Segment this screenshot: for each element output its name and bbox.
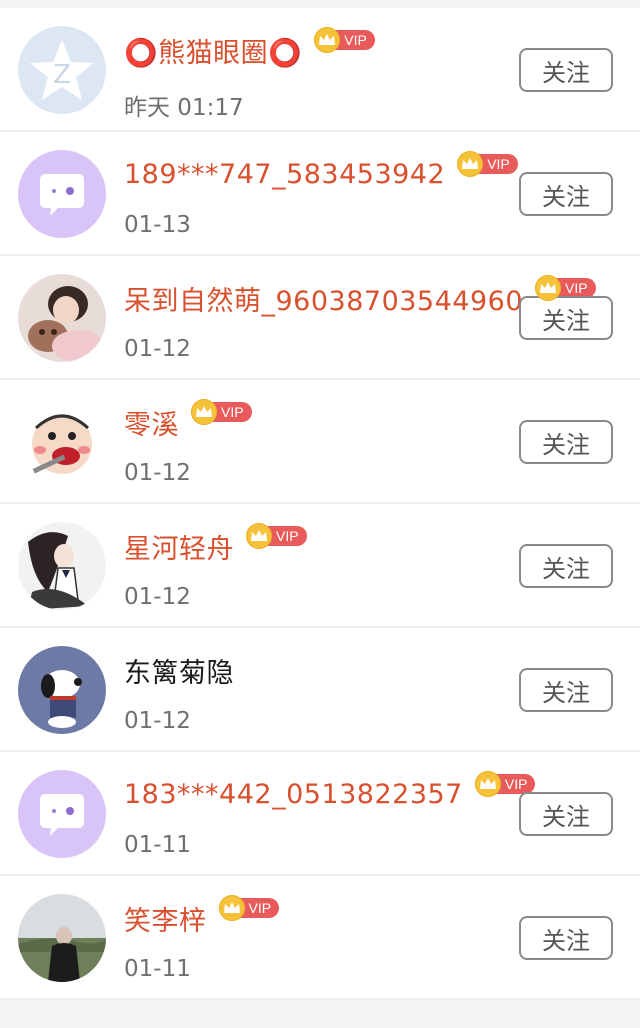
snoopy-avatar-icon — [18, 646, 106, 734]
vip-badge: VIP — [218, 895, 280, 921]
vip-badge: VIP — [314, 27, 375, 53]
name-line: 183***442_0513822357 VIP — [124, 771, 536, 814]
follow-button[interactable]: 关注 — [519, 172, 613, 216]
follow-button[interactable]: 关注 — [519, 544, 613, 588]
vip-badge: VIP — [457, 151, 518, 177]
avatar[interactable] — [18, 770, 106, 858]
list-item[interactable]: 笑李梓 VIP 01-11 关注 — [0, 876, 640, 1000]
user-name[interactable]: 笑李梓 — [124, 899, 207, 938]
user-name[interactable]: 星河轻舟 — [124, 527, 234, 566]
avatar[interactable] — [18, 522, 106, 610]
name-line: 零溪 VIP — [124, 399, 252, 442]
vip-badge: VIP — [191, 399, 252, 425]
follow-time: 01-12 — [124, 460, 191, 486]
name-line: 东篱菊隐 — [124, 650, 234, 690]
avatar[interactable]: Z — [18, 26, 106, 114]
avatar[interactable] — [18, 274, 106, 362]
svg-text:Z: Z — [53, 60, 71, 90]
crown-icon — [535, 275, 561, 301]
follow-time: 01-11 — [124, 956, 191, 982]
list-item[interactable]: 呆到自然萌_96038703544960 VIP 01-12 关注 — [0, 256, 640, 380]
avatar[interactable] — [18, 398, 106, 486]
list-item[interactable]: 东篱菊隐 01-12 关注 — [0, 628, 640, 752]
user-name[interactable]: 呆到自然萌_96038703544960 — [124, 279, 523, 318]
follow-button[interactable]: 关注 — [519, 48, 613, 92]
chat-bubble-avatar-icon — [18, 150, 106, 238]
follow-button[interactable]: 关注 — [519, 916, 613, 960]
follow-time: 01-13 — [124, 212, 191, 238]
cartoon-boy-avatar-icon — [18, 398, 106, 486]
list-item[interactable]: Z ⭕熊猫眼圈⭕ VIP 昨天 01:17 关注 — [0, 8, 640, 132]
follow-button[interactable]: 关注 — [519, 668, 613, 712]
follow-button[interactable]: 关注 — [519, 792, 613, 836]
qq-star-avatar-icon: Z — [18, 26, 106, 114]
avatar[interactable] — [18, 646, 106, 734]
follower-list: Z ⭕熊猫眼圈⭕ VIP 昨天 01:17 关注 189***747_58345… — [0, 0, 640, 1028]
user-name[interactable]: ⭕熊猫眼圈⭕ — [124, 31, 302, 70]
top-divider — [0, 0, 640, 8]
vip-badge: VIP — [246, 523, 307, 549]
follow-time: 01-12 — [124, 336, 191, 362]
follow-time: 昨天 01:17 — [124, 95, 244, 121]
list-item[interactable]: 零溪 VIP 01-12 关注 — [0, 380, 640, 504]
crown-icon — [246, 523, 272, 549]
follow-button[interactable]: 关注 — [519, 296, 613, 340]
name-line: 189***747_583453942 VIP — [124, 151, 518, 194]
follow-time: 01-12 — [124, 708, 191, 734]
user-name[interactable]: 零溪 — [124, 403, 179, 442]
follow-time: 01-12 — [124, 584, 191, 610]
crown-icon — [474, 771, 501, 797]
list-item[interactable]: 183***442_0513822357 VIP 01-11 关注 — [0, 752, 640, 876]
follow-time: 01-11 — [124, 832, 191, 858]
name-line: 星河轻舟 VIP — [124, 523, 307, 566]
follow-button[interactable]: 关注 — [519, 420, 613, 464]
user-name[interactable]: 183***442_0513822357 — [124, 779, 463, 810]
name-line: ⭕熊猫眼圈⭕ VIP — [124, 27, 375, 70]
avatar[interactable] — [18, 894, 106, 982]
list-item[interactable]: 星河轻舟 VIP 01-12 关注 — [0, 504, 640, 628]
user-name[interactable]: 东篱菊隐 — [124, 651, 234, 690]
crown-icon — [191, 399, 217, 425]
crown-icon — [457, 151, 484, 177]
landscape-photo-avatar-icon — [18, 894, 106, 982]
crown-icon — [218, 895, 245, 921]
user-name[interactable]: 189***747_583453942 — [124, 159, 445, 190]
girl-with-bear-avatar-icon — [18, 274, 106, 362]
list-item[interactable]: 189***747_583453942 VIP 01-13 关注 — [0, 132, 640, 256]
name-line: 笑李梓 VIP — [124, 895, 280, 938]
anime-girl-avatar-icon — [18, 522, 106, 610]
chat-bubble-avatar-icon — [18, 770, 106, 858]
avatar[interactable] — [18, 150, 106, 238]
